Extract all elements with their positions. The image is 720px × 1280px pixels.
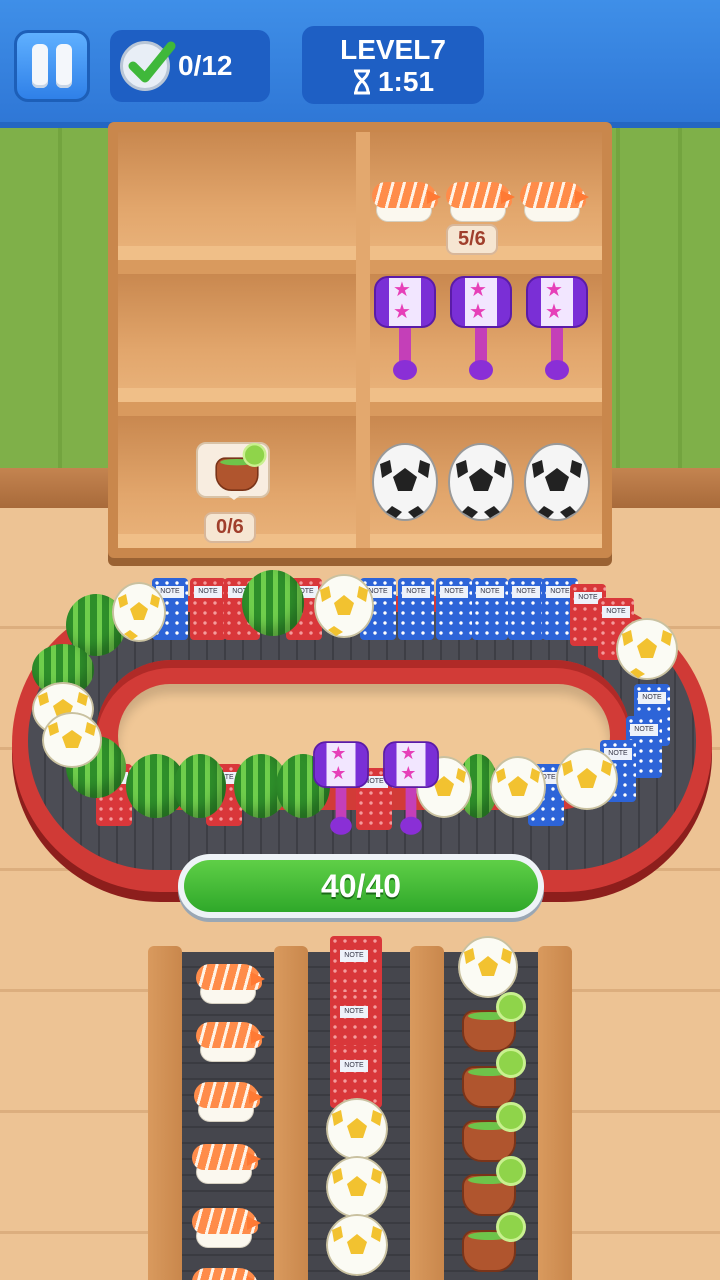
cocktail-hint-bubble — [196, 442, 270, 500]
cocktail-pot-item[interactable] — [460, 1212, 526, 1272]
goal-progress-chip: 0/12 — [110, 30, 270, 102]
lane-wall — [148, 946, 182, 1280]
top-hud-bar: 0/12 LEVEL7 1:51 — [0, 0, 720, 128]
notebook-item[interactable]: NOTE — [508, 578, 544, 640]
conveyor-capacity-bar: 40/40 — [178, 854, 544, 918]
notebook-item[interactable]: NOTE — [330, 936, 382, 998]
notebook-item[interactable]: NOTE — [436, 578, 472, 640]
goal-progress-text: 0/12 — [178, 50, 233, 81]
sushi-item[interactable] — [192, 1266, 261, 1280]
cocktail-pot-item[interactable] — [460, 992, 526, 1052]
toy-hammer-item[interactable]: ★ ★ — [374, 276, 436, 380]
notebook-item[interactable]: NOTE — [472, 578, 508, 640]
cocktail-count-label: 0/6 — [204, 512, 256, 543]
sushi-item[interactable] — [446, 180, 515, 222]
lane-wall — [538, 946, 572, 1280]
toy-hammer-item[interactable]: ★ ★ — [450, 276, 512, 380]
yellow-ball-item[interactable] — [314, 574, 374, 638]
cocktail-pot-icon — [214, 443, 267, 491]
yellow-ball-item[interactable] — [616, 618, 678, 680]
checkmark-icon — [120, 41, 176, 91]
notebook-item[interactable]: NOTE — [190, 578, 226, 640]
watermelon-item[interactable] — [242, 570, 304, 636]
soccer-ball-item[interactable] — [524, 442, 590, 522]
hourglass-icon — [353, 69, 370, 95]
soccer-ball-item[interactable] — [448, 442, 514, 522]
toy-hammer-item[interactable]: ★ ★ — [313, 741, 369, 835]
notebook-item[interactable]: NOTE — [330, 992, 382, 1054]
yellow-ball-item[interactable] — [326, 1214, 388, 1276]
shelf-slot-middle-left[interactable] — [118, 274, 356, 402]
timer-value: 1:51 — [377, 66, 435, 97]
level-label: LEVEL7 — [340, 34, 446, 65]
lane-wall — [274, 946, 308, 1280]
yellow-ball-item[interactable] — [326, 1098, 388, 1160]
lane-wall — [410, 946, 444, 1280]
shelf-slot-top-left[interactable] — [118, 132, 356, 260]
shelf-divider — [356, 132, 370, 548]
timer: 1:51 — [302, 66, 484, 98]
sushi-count-label: 5/6 — [446, 224, 498, 255]
toy-hammer-item[interactable]: ★ ★ — [526, 276, 588, 380]
pause-icon — [32, 44, 48, 88]
sushi-item[interactable] — [196, 962, 265, 1004]
toy-hammer-item[interactable]: ★ ★ — [383, 741, 439, 835]
yellow-ball-item[interactable] — [556, 748, 618, 810]
yellow-ball-item[interactable] — [458, 936, 518, 998]
yellow-ball-item[interactable] — [112, 582, 166, 642]
notebook-item[interactable]: NOTE — [398, 578, 434, 640]
conveyor-capacity-text: 40/40 — [184, 860, 538, 912]
sushi-item[interactable] — [372, 180, 441, 222]
sushi-item[interactable] — [192, 1142, 261, 1184]
cocktail-pot-item[interactable] — [460, 1156, 526, 1216]
yellow-ball-item[interactable] — [490, 756, 546, 818]
watermelon-item[interactable] — [174, 754, 226, 818]
sushi-item[interactable] — [196, 1020, 265, 1062]
sushi-item[interactable] — [194, 1080, 263, 1122]
sushi-item[interactable] — [192, 1206, 261, 1248]
cocktail-pot-item[interactable] — [460, 1102, 526, 1162]
soccer-ball-item[interactable] — [372, 442, 438, 522]
pause-button[interactable] — [14, 30, 90, 102]
level-timer-chip: LEVEL7 1:51 — [302, 26, 484, 104]
sushi-item[interactable] — [520, 180, 589, 222]
yellow-ball-item[interactable] — [326, 1156, 388, 1218]
pause-icon-bar — [56, 44, 72, 88]
cocktail-pot-item[interactable] — [460, 1048, 526, 1108]
yellow-ball-item[interactable] — [42, 712, 102, 768]
